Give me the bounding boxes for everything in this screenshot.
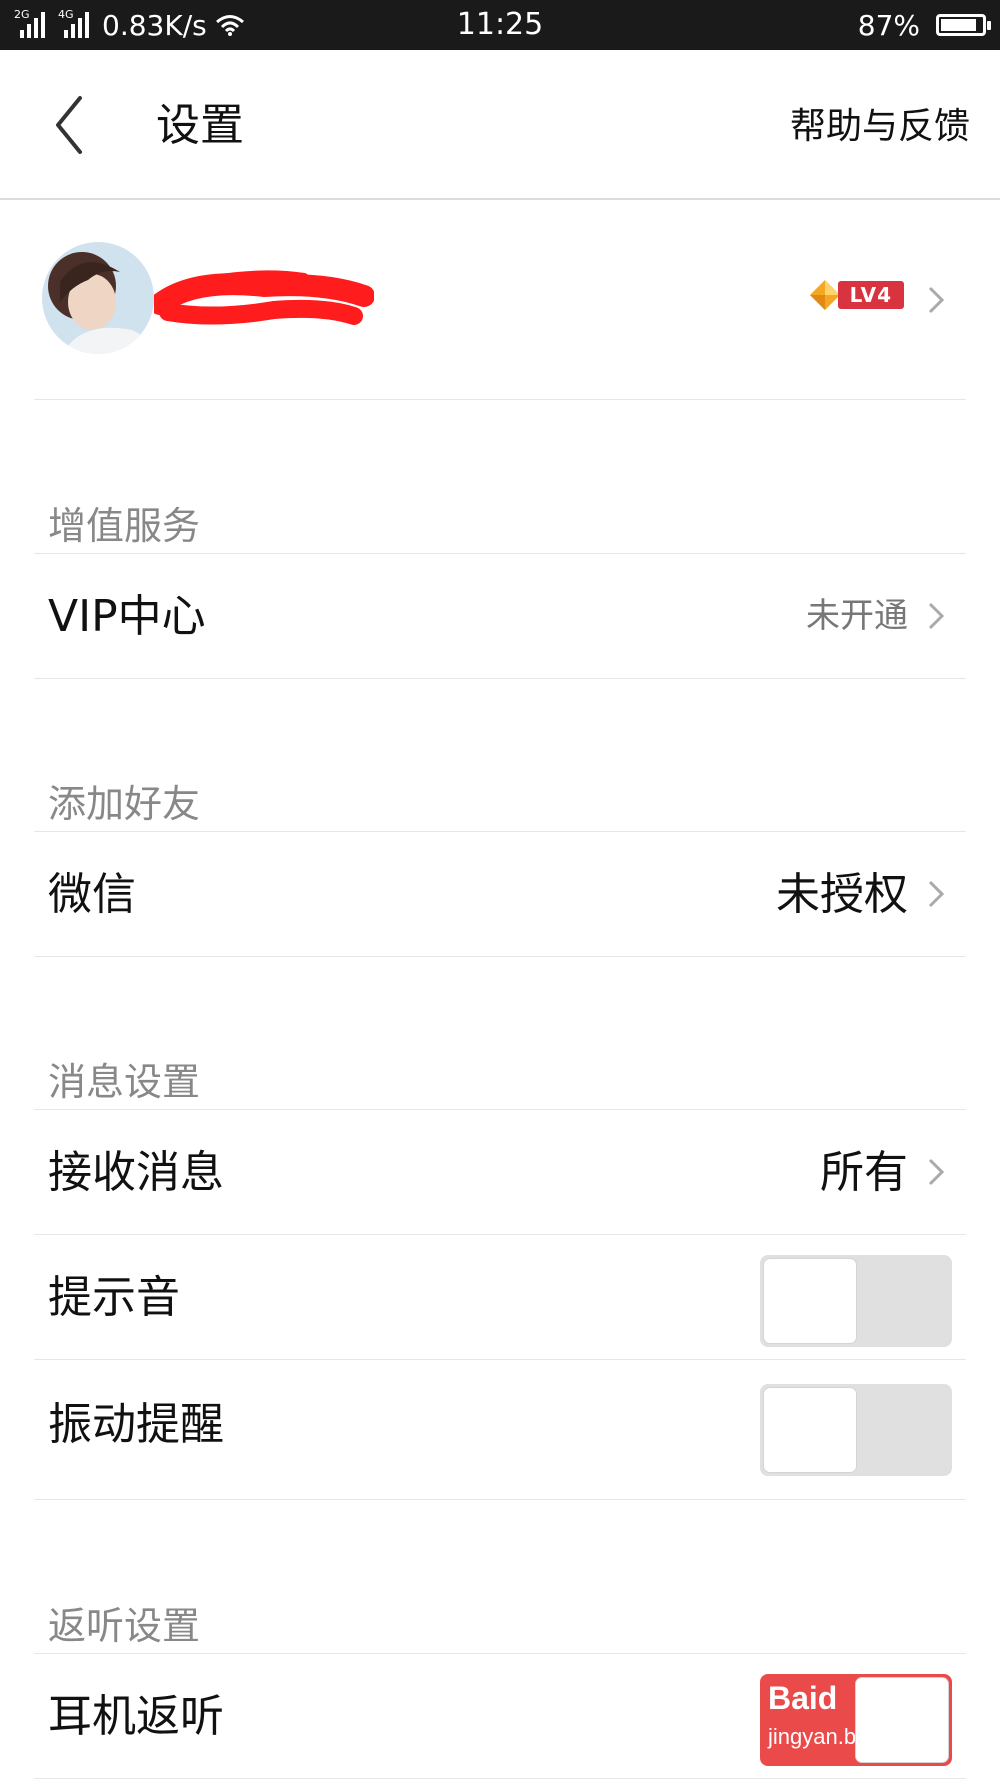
section-header-vas: 增值服务: [34, 504, 966, 554]
row-label: 振动提醒: [48, 1399, 224, 1450]
battery-level-fill: [941, 19, 976, 31]
row-value: 未授权: [776, 869, 908, 920]
row-label: VIP中心: [48, 591, 206, 642]
watermark-text: Baid: [768, 1680, 838, 1716]
chevron-right-icon: [928, 1158, 945, 1186]
section-header-friends: 添加好友: [34, 782, 966, 832]
avatar: [42, 242, 154, 354]
status-right: 87%: [857, 0, 991, 50]
battery-icon: [936, 14, 991, 36]
vip-center-row[interactable]: VIP中心 未开通: [34, 554, 966, 679]
status-bar: 2G 4G 0.83K/s 11:25 87%: [0, 0, 1000, 50]
receive-messages-row[interactable]: 接收消息 所有: [34, 1110, 966, 1235]
toggle-knob: [764, 1259, 856, 1343]
watermark-url: jingyan.b: [768, 1724, 857, 1749]
battery-percent: 87%: [857, 8, 920, 42]
section-header-monitor: 返听设置: [34, 1604, 966, 1654]
earphone-monitor-row: 耳机返听 Baid jingyan.b: [34, 1654, 966, 1779]
level-badge-text: LV4: [837, 281, 904, 309]
clock: 11:25: [456, 7, 544, 42]
section-title: 增值服务: [48, 504, 201, 548]
profile-row[interactable]: LV4: [34, 200, 966, 400]
earphone-monitor-toggle[interactable]: Baid jingyan.b: [760, 1674, 952, 1766]
vibrate-toggle[interactable]: [760, 1384, 952, 1476]
top-bar: 设置 帮助与反馈: [0, 50, 1000, 200]
row-value: 所有: [820, 1147, 908, 1198]
row-label: 微信: [48, 869, 136, 920]
wechat-row[interactable]: 微信 未授权: [34, 832, 966, 957]
toggle-knob: [856, 1678, 948, 1762]
chevron-right-icon: [928, 880, 945, 908]
chevron-right-icon: [928, 602, 945, 630]
back-arrow-icon[interactable]: [46, 90, 96, 160]
notification-sound-row: 提示音: [34, 1235, 966, 1360]
notification-sound-toggle[interactable]: [760, 1255, 952, 1347]
redacted-username: [154, 270, 374, 325]
section-header-messages: 消息设置: [34, 1060, 966, 1110]
level-diamond-icon: [809, 280, 840, 310]
row-label: 耳机返听: [48, 1691, 224, 1742]
help-feedback-link[interactable]: 帮助与反馈: [790, 102, 970, 152]
row-label: 接收消息: [48, 1147, 224, 1198]
section-title: 消息设置: [48, 1060, 201, 1104]
chevron-right-icon: [928, 286, 945, 314]
row-label: 提示音: [48, 1272, 180, 1323]
section-title: 返听设置: [48, 1604, 201, 1648]
toggle-knob: [764, 1388, 856, 1472]
page-title: 设置: [156, 100, 244, 151]
section-title: 添加好友: [48, 782, 201, 826]
row-value: 未开通: [806, 596, 908, 636]
level-badge: LV4: [808, 278, 904, 312]
vibrate-row: 振动提醒: [34, 1360, 966, 1500]
